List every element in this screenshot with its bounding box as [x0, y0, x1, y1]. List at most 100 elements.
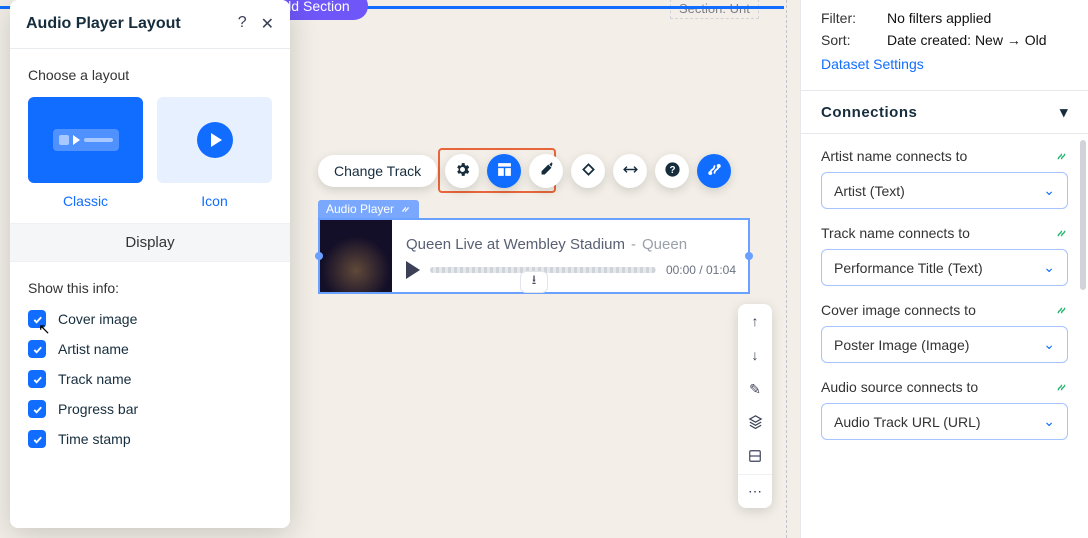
- arrow-down-icon: ↓: [752, 347, 759, 363]
- close-icon: ✕: [261, 16, 274, 33]
- track-name: Queen Live at Wembley Stadium: [406, 236, 625, 253]
- element-tag[interactable]: Audio Player: [318, 200, 419, 218]
- pencil-icon: ✎: [749, 381, 761, 398]
- panel-help-button[interactable]: ?: [238, 14, 247, 34]
- show-info-label: Show this info:: [28, 280, 272, 296]
- filter-key: Filter:: [821, 10, 869, 26]
- paintbrush-icon: [538, 161, 555, 181]
- connections-section-header[interactable]: Connections ▾: [801, 90, 1088, 134]
- chevron-down-icon: ▾: [1060, 103, 1068, 121]
- svg-text:?: ?: [669, 165, 675, 176]
- layout-button[interactable]: [487, 154, 521, 188]
- play-button[interactable]: [406, 261, 420, 279]
- play-circle-icon: [197, 122, 233, 158]
- data-connect-button[interactable]: [697, 154, 731, 188]
- animation-icon: [580, 161, 597, 181]
- checkbox-label-progress: Progress bar: [58, 401, 138, 417]
- move-up-button[interactable]: ↑: [738, 304, 772, 338]
- move-down-button[interactable]: ↓: [738, 338, 772, 372]
- checkbox-label-artist: Artist name: [58, 341, 129, 357]
- sort-key: Sort:: [821, 32, 869, 48]
- data-connect-icon: [1055, 150, 1068, 163]
- classic-preview-icon: [53, 129, 119, 151]
- layout-icon: [496, 161, 513, 181]
- resize-handle-left[interactable]: [315, 252, 323, 260]
- checkbox-progress-bar[interactable]: [28, 400, 46, 418]
- design-button[interactable]: [529, 154, 563, 188]
- stretch-icon: [622, 161, 639, 181]
- artist-name: Queen: [642, 236, 687, 253]
- conn-select-0[interactable]: Artist (Text) ⌄: [821, 172, 1068, 209]
- title-separator: -: [631, 236, 636, 253]
- sort-value: Date created: New → Old: [887, 32, 1047, 48]
- chevron-down-icon: ⌄: [1043, 259, 1055, 276]
- gear-icon: [454, 161, 471, 181]
- element-tag-label: Audio Player: [326, 202, 394, 216]
- checkbox-label-time: Time stamp: [58, 431, 131, 447]
- help-button[interactable]: ?: [655, 154, 689, 188]
- section-button[interactable]: [738, 440, 772, 474]
- checkbox-cover-image[interactable]: [28, 310, 46, 328]
- panel-title: Audio Player Layout: [26, 15, 181, 33]
- inspector-panel: Filter: No filters applied Sort: Date cr…: [800, 0, 1088, 538]
- help-icon: ?: [238, 14, 247, 31]
- arrow-up-icon: ↑: [752, 313, 759, 329]
- audio-player-element[interactable]: Audio Player Queen Live at Wembley Stadi…: [318, 200, 750, 294]
- conn-select-1[interactable]: Performance Title (Text) ⌄: [821, 249, 1068, 286]
- layout-label-icon: Icon: [157, 193, 272, 209]
- download-icon: ⭳: [532, 271, 537, 293]
- help-icon: ?: [664, 161, 681, 181]
- layout-option-icon[interactable]: [157, 97, 272, 183]
- section-breadcrumb[interactable]: Section: Unt: [670, 0, 759, 19]
- data-connect-icon: [706, 161, 723, 181]
- checkbox-label-track: Track name: [58, 371, 131, 387]
- canvas-side-toolbar: ↑ ↓ ✎ ⋯: [738, 304, 772, 508]
- change-track-button[interactable]: Change Track: [318, 155, 437, 187]
- download-chip[interactable]: ⭳: [520, 271, 548, 293]
- conn-value-2: Poster Image (Image): [834, 337, 969, 353]
- chevron-down-icon: ⌄: [1043, 182, 1055, 199]
- data-connect-icon: [1055, 381, 1068, 394]
- conn-label-2: Cover image connects to: [821, 302, 976, 318]
- conn-select-3[interactable]: Audio Track URL (URL) ⌄: [821, 403, 1068, 440]
- conn-label-1: Track name connects to: [821, 225, 970, 241]
- layout-label-classic: Classic: [28, 193, 143, 209]
- dataset-settings-link[interactable]: Dataset Settings: [821, 56, 1068, 72]
- more-icon: ⋯: [748, 483, 762, 500]
- stretch-button[interactable]: [613, 154, 647, 188]
- chevron-down-icon: ⌄: [1043, 336, 1055, 353]
- track-title-line: Queen Live at Wembley Stadium - Queen: [406, 236, 736, 253]
- time-stamp: 00:00 / 01:04: [666, 263, 736, 277]
- inspector-scrollbar[interactable]: [1080, 140, 1086, 290]
- settings-button[interactable]: [445, 154, 479, 188]
- layout-option-classic[interactable]: [28, 97, 143, 183]
- checkbox-time-stamp[interactable]: [28, 430, 46, 448]
- display-section-header: Display: [10, 223, 290, 262]
- data-connect-icon: [1055, 227, 1068, 240]
- conn-select-2[interactable]: Poster Image (Image) ⌄: [821, 326, 1068, 363]
- data-connect-icon: [400, 204, 411, 215]
- cover-image: [320, 220, 392, 292]
- resize-handle-right[interactable]: [745, 252, 753, 260]
- panel-close-button[interactable]: ✕: [261, 14, 274, 34]
- conn-label-0: Artist name connects to: [821, 148, 967, 164]
- conn-value-3: Audio Track URL (URL): [834, 414, 981, 430]
- layers-button[interactable]: [738, 406, 772, 440]
- layout-panel: Audio Player Layout ? ✕ Choose a layout …: [10, 0, 290, 528]
- conn-value-0: Artist (Text): [834, 183, 905, 199]
- connections-label: Connections: [821, 104, 917, 121]
- conn-label-3: Audio source connects to: [821, 379, 978, 395]
- conn-value-1: Performance Title (Text): [834, 260, 983, 276]
- edit-button[interactable]: ✎: [738, 372, 772, 406]
- animation-button[interactable]: [571, 154, 605, 188]
- section-icon: [748, 449, 762, 466]
- filter-value: No filters applied: [887, 10, 991, 26]
- chevron-down-icon: ⌄: [1043, 413, 1055, 430]
- choose-layout-label: Choose a layout: [28, 67, 272, 83]
- element-toolbar: Change Track ?: [318, 154, 731, 188]
- checkbox-label-cover: Cover image: [58, 311, 137, 327]
- more-button[interactable]: ⋯: [738, 474, 772, 508]
- checkbox-artist-name[interactable]: [28, 340, 46, 358]
- layers-icon: [748, 414, 763, 432]
- checkbox-track-name[interactable]: [28, 370, 46, 388]
